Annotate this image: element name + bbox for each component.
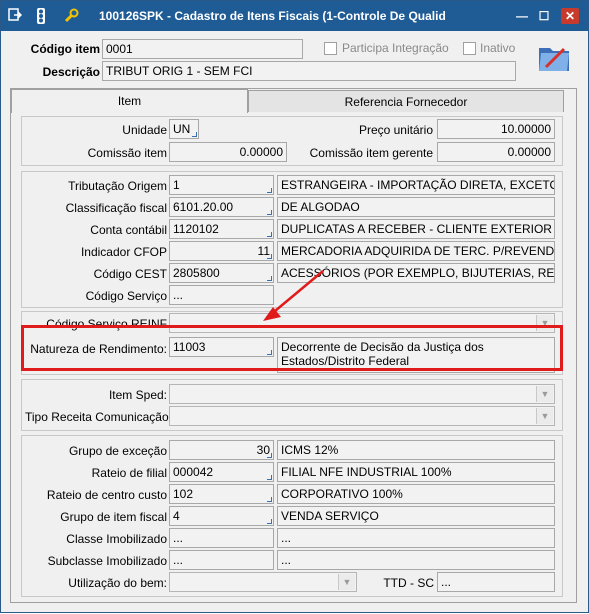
participa-integracao-label: Participa Integração	[342, 41, 449, 55]
natureza-rendimento-label: Natureza de Rendimento:	[30, 342, 167, 356]
inativo-label: Inativo	[480, 41, 516, 55]
window-title: 100126SPK - Cadastro de Itens Fiscais (1…	[99, 9, 446, 23]
rateio-filial-code[interactable]: 000042	[169, 462, 274, 482]
classe-imobilizado-label: Classe Imobilizado	[66, 532, 167, 546]
grupo-item-fiscal-desc: VENDA SERVIÇO	[277, 506, 555, 526]
ttd-sc-label: TTD - SC	[383, 576, 434, 590]
grupo-excecao-desc: ICMS 12%	[277, 440, 555, 460]
comissao-item-label: Comissão item	[87, 146, 167, 160]
minimize-button[interactable]: —	[513, 8, 531, 24]
rateio-centro-custo-desc: CORPORATIVO 100%	[277, 484, 555, 504]
tributacao-origem-desc: ESTRANGEIRA - IMPORTAÇÃO DIRETA, EXCETO …	[277, 175, 555, 195]
conta-contabil-desc: DUPLICATAS A RECEBER - CLIENTE EXTERIOR	[277, 219, 555, 239]
participa-integracao-checkbox[interactable]	[324, 42, 337, 55]
subclasse-imobilizado-desc: ...	[277, 550, 555, 570]
chevron-down-icon[interactable]: ▼	[536, 315, 553, 331]
chevron-down-icon[interactable]: ▼	[338, 574, 355, 590]
codigo-servico-code[interactable]: ...	[169, 285, 274, 305]
descricao-label: Descrição	[42, 65, 100, 79]
indicador-cfop-label: Indicador CFOP	[80, 245, 167, 259]
codigo-servico-label: Código Serviço	[85, 289, 167, 303]
chevron-down-icon[interactable]: ▼	[536, 386, 553, 402]
preco-unitario-label: Preço unitário	[358, 123, 433, 137]
utilizacao-bem-label: Utilização do bem:	[68, 576, 167, 590]
codigo-servico-reinf-label: Código Serviço REINF	[46, 317, 167, 331]
tab-item[interactable]: Item	[11, 89, 248, 113]
classe-imobilizado-code[interactable]: ...	[169, 528, 274, 548]
app-menu-icon[interactable]	[7, 8, 23, 24]
classificacao-fiscal-desc: DE ALGODAO	[277, 197, 555, 217]
folder-icon[interactable]	[536, 39, 572, 75]
grupo-excecao-code[interactable]: 30	[169, 440, 274, 460]
descricao-field[interactable]: TRIBUT ORIG 1 - SEM FCI	[102, 61, 516, 81]
natureza-rendimento-desc: Decorrente de Decisão da Justiça dos Est…	[277, 337, 555, 373]
subclasse-imobilizado-label: Subclasse Imobilizado	[47, 554, 167, 568]
tributacao-origem-label: Tributação Origem	[68, 179, 167, 193]
title-bar: 100126SPK - Cadastro de Itens Fiscais (1…	[1, 1, 588, 31]
rateio-filial-label: Rateio de filial	[91, 466, 167, 480]
grupo-item-fiscal-code[interactable]: 4	[169, 506, 274, 526]
utilizacao-bem-combo[interactable]: ▼	[169, 572, 357, 592]
tipo-receita-combo[interactable]: ▼	[169, 406, 555, 426]
indicador-cfop-desc: MERCADORIA ADQUIRIDA DE TERC. P/REVENDA	[277, 241, 555, 261]
comissao-item-field[interactable]: 0.00000	[169, 142, 287, 162]
codigo-cest-code[interactable]: 2805800	[169, 263, 274, 283]
traffic-light-icon[interactable]	[33, 8, 49, 24]
rateio-filial-desc: FILIAL NFE INDUSTRIAL 100%	[277, 462, 555, 482]
tab-referencia-fornecedor[interactable]: Referencia Fornecedor	[248, 90, 564, 112]
window: 100126SPK - Cadastro de Itens Fiscais (1…	[0, 0, 589, 613]
tributacao-origem-code[interactable]: 1	[169, 175, 274, 195]
classificacao-fiscal-code[interactable]: 6101.20.00	[169, 197, 274, 217]
codigo-servico-reinf-combo[interactable]: ▼	[169, 313, 555, 333]
unidade-label: Unidade	[122, 123, 167, 137]
maximize-button[interactable]: ☐	[535, 8, 553, 24]
comissao-gerente-field[interactable]: 0.00000	[437, 142, 555, 162]
subclasse-imobilizado-code[interactable]: ...	[169, 550, 274, 570]
inativo-checkbox[interactable]	[463, 42, 476, 55]
codigo-cest-desc: ACESSÓRIOS (POR EXEMPLO, BIJUTERIAS, REL…	[277, 263, 555, 283]
tipo-receita-label: Tipo Receita Comunicação:	[25, 410, 172, 424]
grupo-item-fiscal-label: Grupo de item fiscal	[60, 510, 167, 524]
wrench-icon[interactable]	[63, 8, 79, 24]
rateio-centro-custo-label: Rateio de centro custo	[46, 488, 167, 502]
grupo-excecao-label: Grupo de exceção	[68, 444, 167, 458]
indicador-cfop-code[interactable]: 11	[169, 241, 274, 261]
codigo-item-field[interactable]: 0001	[102, 39, 303, 59]
comissao-gerente-label: Comissão item gerente	[309, 146, 433, 160]
natureza-rendimento-code[interactable]: 11003	[169, 337, 274, 357]
codigo-item-label: Código item	[30, 42, 100, 56]
codigo-cest-label: Código CEST	[93, 267, 167, 281]
classificacao-fiscal-label: Classificação fiscal	[65, 201, 167, 215]
classe-imobilizado-desc: ...	[277, 528, 555, 548]
item-sped-label: Item Sped:	[108, 388, 167, 402]
ttd-sc-field[interactable]: ...	[437, 572, 555, 592]
item-sped-combo[interactable]: ▼	[169, 384, 555, 404]
rateio-centro-custo-code[interactable]: 102	[169, 484, 274, 504]
conta-contabil-code[interactable]: 1120102	[169, 219, 274, 239]
conta-contabil-label: Conta contábil	[90, 223, 167, 237]
preco-unitario-field[interactable]: 10.00000	[437, 119, 555, 139]
chevron-down-icon[interactable]: ▼	[536, 408, 553, 424]
unidade-field[interactable]: UN	[169, 119, 199, 139]
close-button[interactable]: ✕	[561, 8, 579, 24]
